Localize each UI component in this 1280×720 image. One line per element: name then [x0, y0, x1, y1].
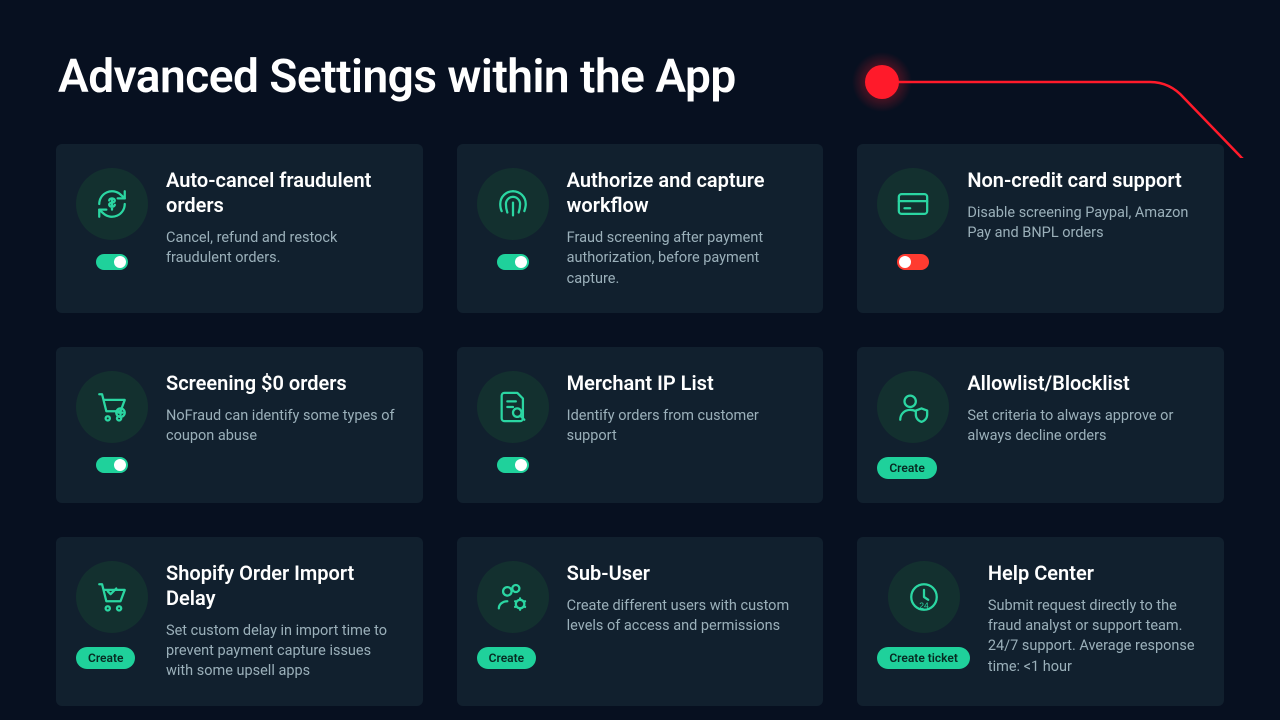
card-description: Set custom delay in import time to preve…: [166, 621, 399, 682]
card-description: Set criteria to always approve or always…: [967, 406, 1200, 447]
card-title: Auto-cancel fraudulent orders: [166, 168, 399, 218]
card-description: Disable screening Paypal, Amazon Pay and…: [967, 203, 1200, 244]
card-left-column: [477, 371, 549, 479]
card-left-column: 24 Create ticket: [877, 561, 970, 682]
card-description: Identify orders from customer support: [567, 406, 800, 447]
setting-card: Create Sub-User Create different users wit…: [457, 537, 824, 706]
card-description: Fraud screening after payment authorizat…: [567, 228, 800, 289]
setting-card: Non-credit card support Disable screening…: [857, 144, 1224, 313]
card-body: Allowlist/Blocklist Set criteria to alway…: [967, 371, 1200, 479]
card-description: Cancel, refund and restock fraudulent or…: [166, 228, 399, 269]
toggle-switch[interactable]: [497, 254, 529, 270]
card-title: Allowlist/Blocklist: [967, 371, 1200, 396]
card-body: Help Center Submit request directly to th…: [988, 561, 1200, 682]
card-title: Shopify Order Import Delay: [166, 561, 399, 611]
create-button[interactable]: Create ticket: [877, 647, 970, 669]
refresh-dollar-icon: [76, 168, 148, 240]
create-button[interactable]: Create: [477, 647, 536, 669]
card-title: Non-credit card support: [967, 168, 1200, 193]
setting-card: Screening $0 orders NoFraud can identify …: [56, 347, 423, 503]
card-title: Authorize and capture workflow: [567, 168, 800, 218]
card-body: Auto-cancel fraudulent orders Cancel, ref…: [166, 168, 399, 289]
credit-card-icon: [877, 168, 949, 240]
card-body: Shopify Order Import Delay Set custom del…: [166, 561, 399, 682]
card-description: NoFraud can identify some types of coupo…: [166, 406, 399, 447]
svg-text:24: 24: [919, 600, 929, 610]
card-left-column: Create: [477, 561, 549, 682]
page-title: Advanced Settings within the App: [0, 0, 1280, 104]
card-title: Merchant IP List: [567, 371, 800, 396]
card-body: Authorize and capture workflow Fraud scre…: [567, 168, 800, 289]
settings-grid: Auto-cancel fraudulent orders Cancel, ref…: [0, 104, 1280, 706]
card-body: Non-credit card support Disable screening…: [967, 168, 1200, 289]
card-left-column: [76, 371, 148, 479]
toggle-switch[interactable]: [96, 254, 128, 270]
setting-card: Auto-cancel fraudulent orders Cancel, ref…: [56, 144, 423, 313]
card-left-column: [76, 168, 148, 289]
user-shield-icon: [877, 371, 949, 443]
card-description: Create different users with custom level…: [567, 596, 800, 637]
card-left-column: Create: [877, 371, 949, 479]
cart-plus-icon: [76, 371, 148, 443]
fingerprint-icon: [477, 168, 549, 240]
card-left-column: Create: [76, 561, 148, 682]
toggle-switch[interactable]: [897, 254, 929, 270]
clock-24-icon: 24: [888, 561, 960, 633]
card-body: Merchant IP List Identify orders from cus…: [567, 371, 800, 479]
setting-card: Authorize and capture workflow Fraud scre…: [457, 144, 824, 313]
setting-card: Merchant IP List Identify orders from cus…: [457, 347, 824, 503]
card-left-column: [877, 168, 949, 289]
cart-check-icon: [76, 561, 148, 633]
card-title: Help Center: [988, 561, 1200, 586]
card-body: Screening $0 orders NoFraud can identify …: [166, 371, 399, 479]
card-body: Sub-User Create different users with cust…: [567, 561, 800, 682]
users-gear-icon: [477, 561, 549, 633]
doc-search-icon: [477, 371, 549, 443]
setting-card: Create Allowlist/Blocklist Set criteria to…: [857, 347, 1224, 503]
create-button[interactable]: Create: [877, 457, 936, 479]
card-title: Sub-User: [567, 561, 800, 586]
card-description: Submit request directly to the fraud ana…: [988, 596, 1200, 677]
card-title: Screening $0 orders: [166, 371, 399, 396]
toggle-switch[interactable]: [96, 457, 128, 473]
create-button[interactable]: Create: [76, 647, 135, 669]
setting-card: Create Shopify Order Import Delay Set cust…: [56, 537, 423, 706]
toggle-switch[interactable]: [497, 457, 529, 473]
setting-card: 24 Create ticket Help Center Submit request…: [857, 537, 1224, 706]
card-left-column: [477, 168, 549, 289]
